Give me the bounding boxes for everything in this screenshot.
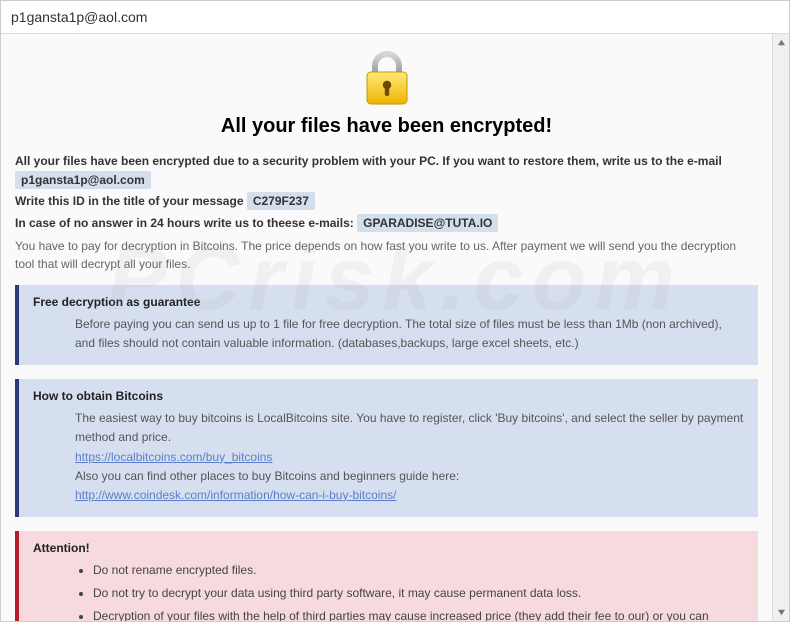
content-area: PCrisk.com: [1, 34, 789, 621]
window-title: p1gansta1p@aol.com: [11, 9, 147, 25]
attention-list: Do not rename encrypted files. Do not tr…: [93, 561, 744, 621]
vertical-scrollbar[interactable]: [772, 34, 789, 621]
attention-item: Do not try to decrypt your data using th…: [93, 584, 744, 603]
panel-bitcoins-body: The easiest way to buy bitcoins is Local…: [75, 409, 744, 505]
panel-attention: Attention! Do not rename encrypted files…: [15, 531, 758, 621]
panel-free-decryption: Free decryption as guarantee Before payi…: [15, 285, 758, 365]
id-chip: C279F237: [247, 192, 315, 210]
main-heading: All your files have been encrypted!: [15, 115, 758, 138]
lock-icon-wrap: [15, 48, 758, 111]
payment-text: You have to pay for decryption in Bitcoi…: [15, 237, 758, 273]
scroll-down-icon[interactable]: [773, 604, 789, 621]
bitcoins-line2: Also you can find other places to buy Bi…: [75, 467, 744, 486]
intro-line-1: All your files have been encrypted due t…: [15, 152, 758, 190]
intro-line-3: In case of no answer in 24 hours write u…: [15, 214, 758, 233]
bitcoins-line1: The easiest way to buy bitcoins is Local…: [75, 409, 744, 447]
email-chip-1: p1gansta1p@aol.com: [15, 171, 151, 189]
email-chip-2: GPARADISE@TUTA.IO: [357, 214, 498, 232]
intro-line-2: Write this ID in the title of your messa…: [15, 192, 758, 211]
panel-attention-body: Do not rename encrypted files. Do not tr…: [75, 561, 744, 621]
attention-item: Do not rename encrypted files.: [93, 561, 744, 580]
panel-free-body: Before paying you can send us up to 1 fi…: [75, 315, 744, 353]
app-window: p1gansta1p@aol.com PCrisk.com: [0, 0, 790, 622]
bitcoins-link2[interactable]: http://www.coindesk.com/information/how-…: [75, 488, 396, 502]
bitcoins-link1[interactable]: https://localbitcoins.com/buy_bitcoins: [75, 450, 272, 464]
attention-item: Decryption of your files with the help o…: [93, 607, 744, 621]
intro-line-2-text: Write this ID in the title of your messa…: [15, 194, 247, 208]
panel-bitcoins: How to obtain Bitcoins The easiest way t…: [15, 379, 758, 517]
panel-bitcoins-title: How to obtain Bitcoins: [33, 389, 744, 403]
panel-attention-title: Attention!: [33, 541, 744, 555]
window-titlebar: p1gansta1p@aol.com: [1, 1, 789, 34]
intro-line-1-text: All your files have been encrypted due t…: [15, 154, 722, 168]
scroll-up-icon[interactable]: [773, 34, 789, 51]
lock-icon: [361, 48, 413, 108]
panel-free-title: Free decryption as guarantee: [33, 295, 744, 309]
intro-line-3-text: In case of no answer in 24 hours write u…: [15, 216, 357, 230]
main-content: PCrisk.com: [1, 34, 772, 621]
